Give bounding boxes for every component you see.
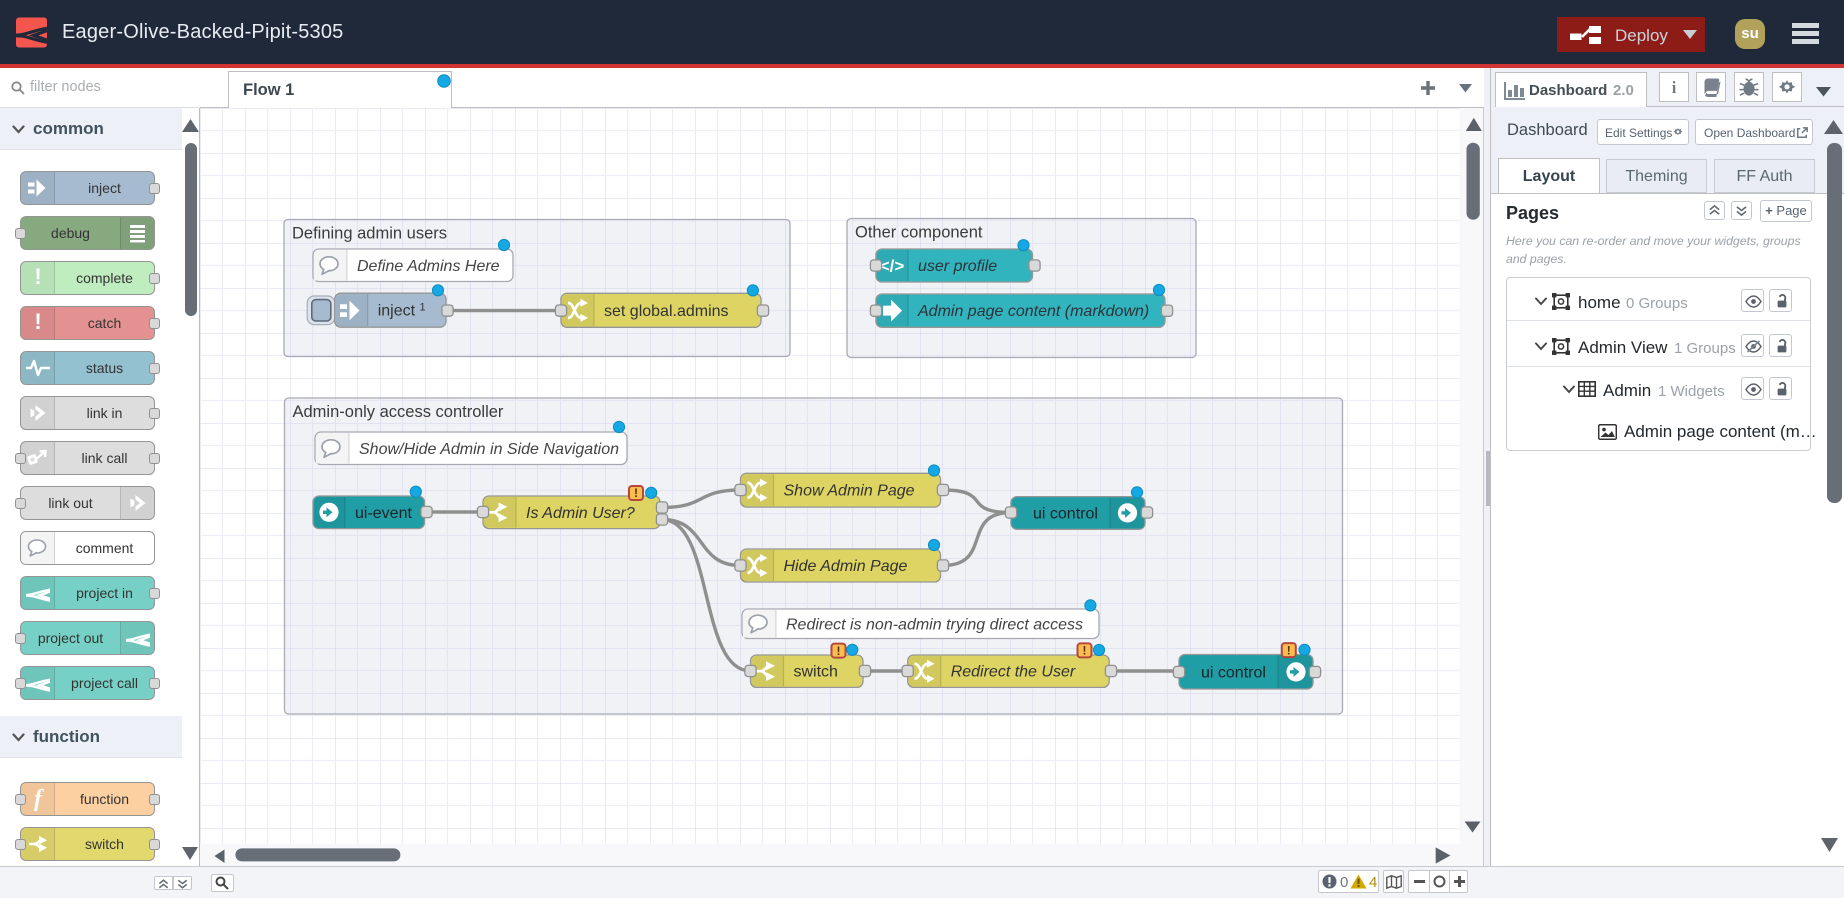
svg-text:Show Admin Page: Show Admin Page [784,483,915,500]
svg-text:</>: </> [880,257,905,276]
svg-text:set global.admins: set global.admins [604,303,729,320]
svg-text:Define Admins Here: Define Admins Here [357,258,500,275]
svg-text:inject 1: inject 1 [378,302,426,320]
svg-text:Other component: Other component [855,224,983,242]
svg-text:Redirect is non-admin trying d: Redirect is non-admin trying direct acce… [786,616,1083,633]
svg-text:Show/Hide Admin in Side Naviga: Show/Hide Admin in Side Navigation [359,441,619,458]
svg-text:!: ! [1287,643,1291,657]
svg-text:!: ! [837,644,841,658]
svg-text:switch: switch [794,664,838,681]
svg-text:user profile: user profile [918,258,997,275]
svg-text:Is Admin User?: Is Admin User? [526,505,635,522]
svg-text:i: i [1672,78,1677,97]
svg-text:ui control: ui control [1033,505,1098,522]
svg-text:ui-event: ui-event [355,505,412,522]
svg-text:!: ! [1083,644,1087,658]
svg-text:Admin-only access controller: Admin-only access controller [293,403,504,421]
svg-text:ui control: ui control [1201,664,1266,681]
svg-text:Hide Admin Page: Hide Admin Page [784,558,908,575]
svg-text:Defining admin users: Defining admin users [292,225,447,243]
svg-text:Admin page content (markdown): Admin page content (markdown) [917,303,1149,320]
svg-text:Redirect the User: Redirect the User [951,664,1076,681]
svg-text:!: ! [634,486,638,500]
